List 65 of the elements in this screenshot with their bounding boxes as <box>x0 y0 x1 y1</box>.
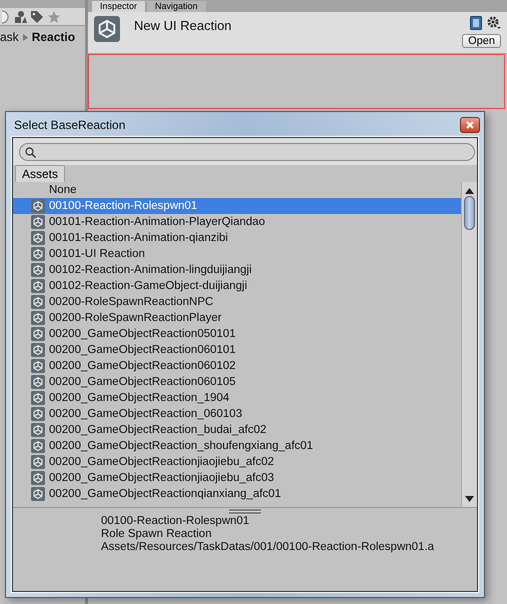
close-button[interactable] <box>460 116 480 132</box>
scroll-down-icon[interactable] <box>465 496 474 502</box>
asset-icon <box>31 423 45 437</box>
asset-list-item[interactable]: 00200_GameObjectReaction050101 <box>13 326 461 342</box>
shapes-icon[interactable] <box>13 10 27 24</box>
asset-list-item[interactable]: 00200-RoleSpawnReactionPlayer <box>13 310 461 326</box>
asset-list-item[interactable]: 00102-Reaction-GameObject-duijiangji <box>13 278 461 294</box>
close-icon <box>466 120 474 128</box>
help-book-icon[interactable] <box>470 16 482 30</box>
open-button[interactable]: Open <box>462 34 501 48</box>
panel-tab[interactable]: Inspector <box>92 1 146 12</box>
detail-text: Role Spawn Reaction <box>101 528 213 541</box>
dialog-title: Select BaseReaction <box>14 118 126 132</box>
asset-icon <box>31 343 45 357</box>
separator-arrow-icon <box>22 34 28 40</box>
asset-list-item[interactable]: None <box>13 182 461 198</box>
asset-list-item[interactable]: 00200_GameObjectReactionjiaojiebu_afc02 <box>13 454 461 470</box>
asset-icon <box>31 279 45 293</box>
asset-list-item[interactable]: 00200_GameObjectReactionjiaojiebu_afc03 <box>13 470 461 486</box>
asset-icon <box>31 407 45 421</box>
asset-icon <box>31 263 45 277</box>
asset-list-item[interactable]: 00200_GameObjectReaction060105 <box>13 374 461 390</box>
asset-list-item[interactable]: 00200_GameObjectReaction_060103 <box>13 406 461 422</box>
unity-logo-icon <box>94 16 120 42</box>
asset-icon <box>31 215 45 229</box>
asset-icon <box>31 231 45 245</box>
asset-list-item[interactable]: 00200_GameObjectReaction060102 <box>13 358 461 374</box>
asset-list-item[interactable]: 00200_GameObjectReaction_budai_afc02 <box>13 422 461 438</box>
asset-list-item[interactable]: 00200_GameObjectReaction_1904 <box>13 390 461 406</box>
asset-list-item[interactable]: 00200-RoleSpawnReactionNPC <box>13 294 461 310</box>
star-icon[interactable] <box>47 10 61 24</box>
asset-list-item[interactable]: 00200_GameObjectReaction060101 <box>13 342 461 358</box>
asset-list-item[interactable]: 00101-UI Reaction <box>13 246 461 262</box>
asset-icon <box>31 359 45 373</box>
asset-icon <box>31 455 45 469</box>
search-field[interactable] <box>19 143 475 161</box>
asset-icon <box>31 311 45 325</box>
asset-icon <box>31 471 45 485</box>
asset-icon <box>31 247 45 261</box>
scroll-up-icon[interactable] <box>465 188 474 194</box>
inspector-title: New UI Reaction <box>134 17 233 35</box>
scrollbar-thumb[interactable] <box>464 196 475 230</box>
gear-icon[interactable] <box>487 16 501 30</box>
panel-tab[interactable]: Navigation <box>147 1 206 12</box>
asset-icon <box>31 199 45 213</box>
asset-list-item[interactable]: 00200_GameObjectReaction_shoufengxiang_afc01 <box>13 438 461 454</box>
asset-icon <box>31 327 45 341</box>
assets-tab[interactable]: Assets <box>15 165 66 182</box>
search-icon <box>25 146 36 158</box>
tag-icon[interactable] <box>30 10 44 24</box>
detail-text: Assets/Resources/TaskDatas/001/00100-Reaction-Rolespwn01.a <box>101 541 436 554</box>
asset-list-item[interactable]: 00200_GameObjectReactionqianxiang_afc01 <box>13 486 461 502</box>
asset-list-item[interactable]: 00102-Reaction-Animation-lingduijiangji <box>13 262 461 278</box>
breadcrumb-item[interactable]: Reactio <box>32 30 76 44</box>
asset-list-item[interactable]: 00101-Reaction-Animation-qianzibi <box>13 230 461 246</box>
breadcrumb-item[interactable]: ask <box>0 30 19 44</box>
asset-icon <box>31 295 45 309</box>
resize-grip-icon[interactable] <box>229 509 261 514</box>
asset-list-item[interactable]: 00101-Reaction-Animation-PlayerQiandao <box>13 214 461 230</box>
asset-icon <box>31 439 45 453</box>
detail-text: 00100-Reaction-Rolespwn01 <box>101 515 250 528</box>
asset-icon <box>31 375 45 389</box>
asset-list-item[interactable]: 00100-Reaction-Rolespwn01 <box>13 198 461 214</box>
asset-icon <box>31 391 45 405</box>
asset-icon <box>31 487 45 501</box>
